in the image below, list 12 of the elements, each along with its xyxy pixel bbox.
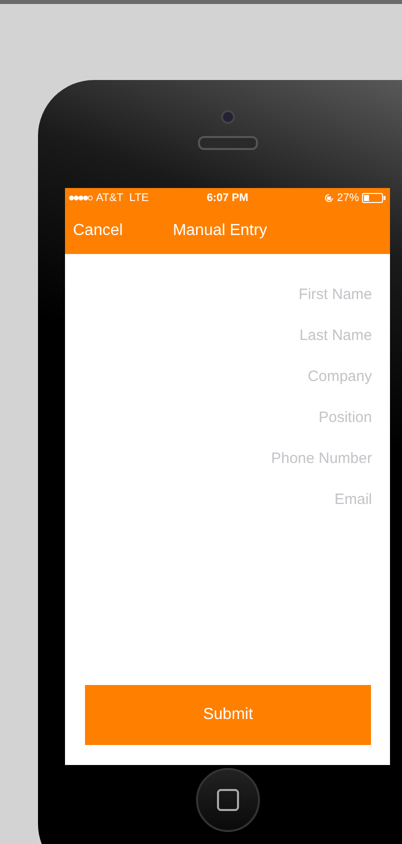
battery-percent: 27% xyxy=(336,192,359,204)
camera-icon xyxy=(220,110,234,124)
battery-icon xyxy=(362,193,386,203)
nav-title: Manual Entry xyxy=(172,222,268,240)
carrier-label: AT&T xyxy=(96,192,124,204)
rotation-lock-icon xyxy=(324,193,334,203)
network-label: LTE xyxy=(129,192,149,204)
status-time: 6:07 PM xyxy=(206,192,248,204)
speaker-grille xyxy=(198,136,258,150)
signal-icon xyxy=(69,195,93,201)
cancel-button[interactable]: Cancel xyxy=(73,222,123,240)
submit-button[interactable]: Submit xyxy=(85,685,371,745)
